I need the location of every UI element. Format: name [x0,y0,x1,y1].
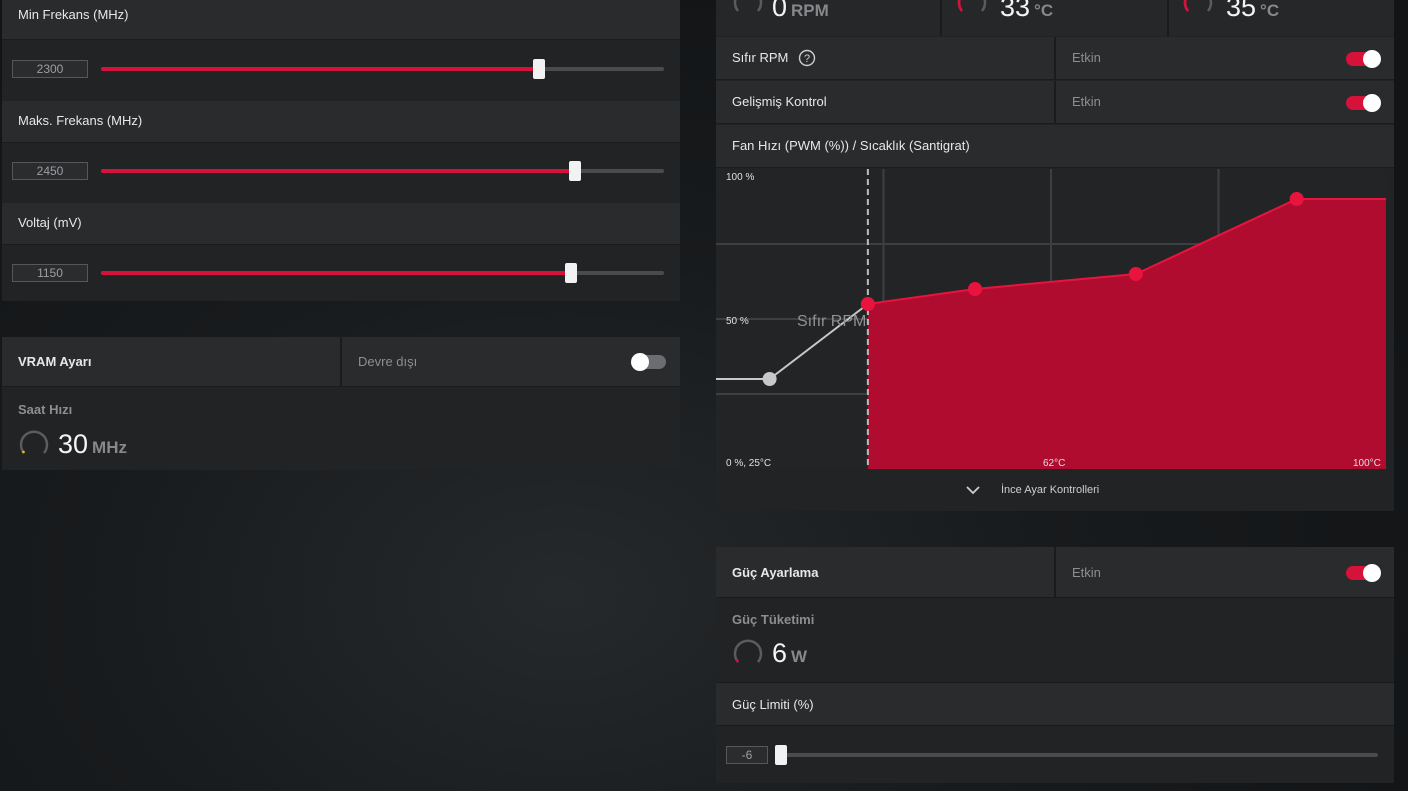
temp1-gauge-icon [957,0,987,12]
temp1-value: 33 °C [1000,0,1053,23]
power-consumption-value: 6W [772,638,807,669]
rpm-number: 0 [772,0,788,22]
voltage-slider[interactable] [101,263,664,283]
x-label-62c: 62°C [1043,458,1065,469]
advanced-control-toggle[interactable] [1346,94,1381,112]
power-limit-label: Güç Limiti (%) [732,697,814,712]
advanced-control-divider [1054,81,1056,123]
voltage-valbox[interactable]: 1150 [12,264,88,282]
fan-curve-point-0[interactable] [762,372,777,386]
min-freq-slider-thumb[interactable] [533,59,545,79]
temp2-number: 35 [1226,0,1257,22]
rpm-gauge-icon [733,0,763,12]
voltage-label: Voltaj (mV) [18,215,82,230]
advanced-control-toggle-knob [1363,94,1381,112]
vram-status: Devre dışı [358,354,418,369]
vram-clock-unit: MHz [92,438,127,457]
power-status: Etkin [1072,565,1101,580]
vram-toggle-knob [631,353,649,371]
rpm-value: 0 RPM [772,0,829,23]
temp1-number: 33 [1000,0,1031,22]
fan-curve-point-3[interactable] [1128,267,1143,281]
clock-settings-panel: Min Frekans (MHz) 2300 Maks. Frekans (MH… [2,0,680,301]
fine-tune-row[interactable]: İnce Ayar Kontrolleri [716,470,1394,511]
vram-clock-label: Saat Hızı [18,402,73,417]
x-label-origin: 0 %, 25°C [726,458,771,469]
power-header: Güç Ayarlama Etkin [716,547,1394,598]
fan-curve-point-4[interactable] [1289,192,1304,206]
vram-header-divider [340,337,342,386]
fan-panel: 0 RPM 33 °C 35 °C Sıfır RPM ? Etkin Gelişmi… [716,0,1394,511]
voltage-header: Voltaj (mV) [2,203,680,245]
help-icon[interactable]: ? [798,49,816,67]
vram-toggle[interactable] [631,353,666,371]
max-freq-slider[interactable] [101,161,664,181]
zero-rpm-divider [1054,37,1056,79]
fan-curve-area [867,199,1386,469]
power-panel: Güç Ayarlama Etkin Güç Tüketimi 6W Güç L… [716,547,1394,783]
fine-tune-label: İnce Ayar Kontrolleri [1001,484,1100,496]
vram-clock-number: 30 [58,429,89,459]
y-label-50: 50 % [726,316,749,327]
vram-title: VRAM Ayarı [18,354,92,369]
max-freq-valbox[interactable]: 2450 [12,162,88,180]
fan-curve-header: Fan Hızı (PWM (%)) / Sıcaklık (Santigrat… [716,125,1394,168]
temp2-gauge-icon [1183,0,1213,12]
max-freq-slider-fill [101,169,576,173]
max-freq-header: Maks. Frekans (MHz) [2,101,680,143]
fan-stats-divider-1 [940,0,942,36]
vram-panel: VRAM Ayarı Devre dışı Saat Hızı 30 MHz [2,337,680,470]
power-limit-valbox[interactable]: -6 [726,746,768,764]
power-title: Güç Ayarlama [732,565,819,580]
min-freq-header: Min Frekans (MHz) [2,0,680,40]
power-limit-header: Güç Limiti (%) [716,682,1394,726]
max-freq-label: Maks. Frekans (MHz) [18,113,143,128]
advanced-control-label: Gelişmiş Kontrol [732,94,827,109]
advanced-control-status: Etkin [1072,94,1101,109]
vram-header: VRAM Ayarı Devre dışı [2,337,680,387]
x-label-100c: 100°C [1353,458,1381,469]
fan-curve-title: Fan Hızı (PWM (%)) / Sıcaklık (Santigrat… [732,138,970,153]
temp1-unit: °C [1034,1,1054,20]
voltage-slider-thumb[interactable] [565,263,578,283]
fan-stats-row: 0 RPM 33 °C 35 °C [716,0,1394,36]
fan-curve-point-1[interactable] [860,297,875,311]
advanced-control-row: Gelişmiş Kontrol Etkin [716,81,1394,124]
power-gauge-icon [733,639,763,663]
zero-rpm-region-label: Sıfır RPM [797,313,866,330]
power-consumption-number: 6 [772,638,788,668]
zero-rpm-label: Sıfır RPM [732,50,789,65]
min-freq-slider[interactable] [101,59,664,79]
min-freq-slider-fill [101,67,539,71]
min-freq-label: Min Frekans (MHz) [18,7,129,22]
min-freq-valbox[interactable]: 2300 [12,60,88,78]
power-header-divider [1054,547,1056,597]
max-freq-slider-thumb[interactable] [569,161,582,181]
fan-curve-point-2[interactable] [968,282,983,296]
power-limit-slider[interactable] [775,745,1378,765]
temp2-value: 35 °C [1226,0,1279,23]
svg-text:?: ? [804,53,810,65]
power-toggle[interactable] [1346,564,1381,582]
fan-curve-chart[interactable]: 100 % 50 % 0 %, 25°C 62°C 100°C Sıfır RP… [716,169,1386,469]
fan-stats-divider-2 [1167,0,1169,36]
power-toggle-knob [1363,564,1381,582]
voltage-slider-fill [101,271,572,275]
power-limit-slider-thumb[interactable] [775,745,787,765]
zero-rpm-row: Sıfır RPM ? Etkin [716,37,1394,80]
chevron-down-icon [966,486,980,495]
vram-clock-gauge-icon [19,430,49,454]
vram-clock-value: 30 MHz [58,429,127,460]
power-consumption-unit: W [791,647,808,666]
zero-rpm-status: Etkin [1072,50,1101,65]
rpm-unit: RPM [791,1,829,20]
y-label-100: 100 % [726,172,754,183]
zero-rpm-toggle-knob [1363,50,1381,68]
zero-rpm-toggle[interactable] [1346,50,1381,68]
temp2-unit: °C [1260,1,1280,20]
power-consumption-label: Güç Tüketimi [732,612,815,627]
